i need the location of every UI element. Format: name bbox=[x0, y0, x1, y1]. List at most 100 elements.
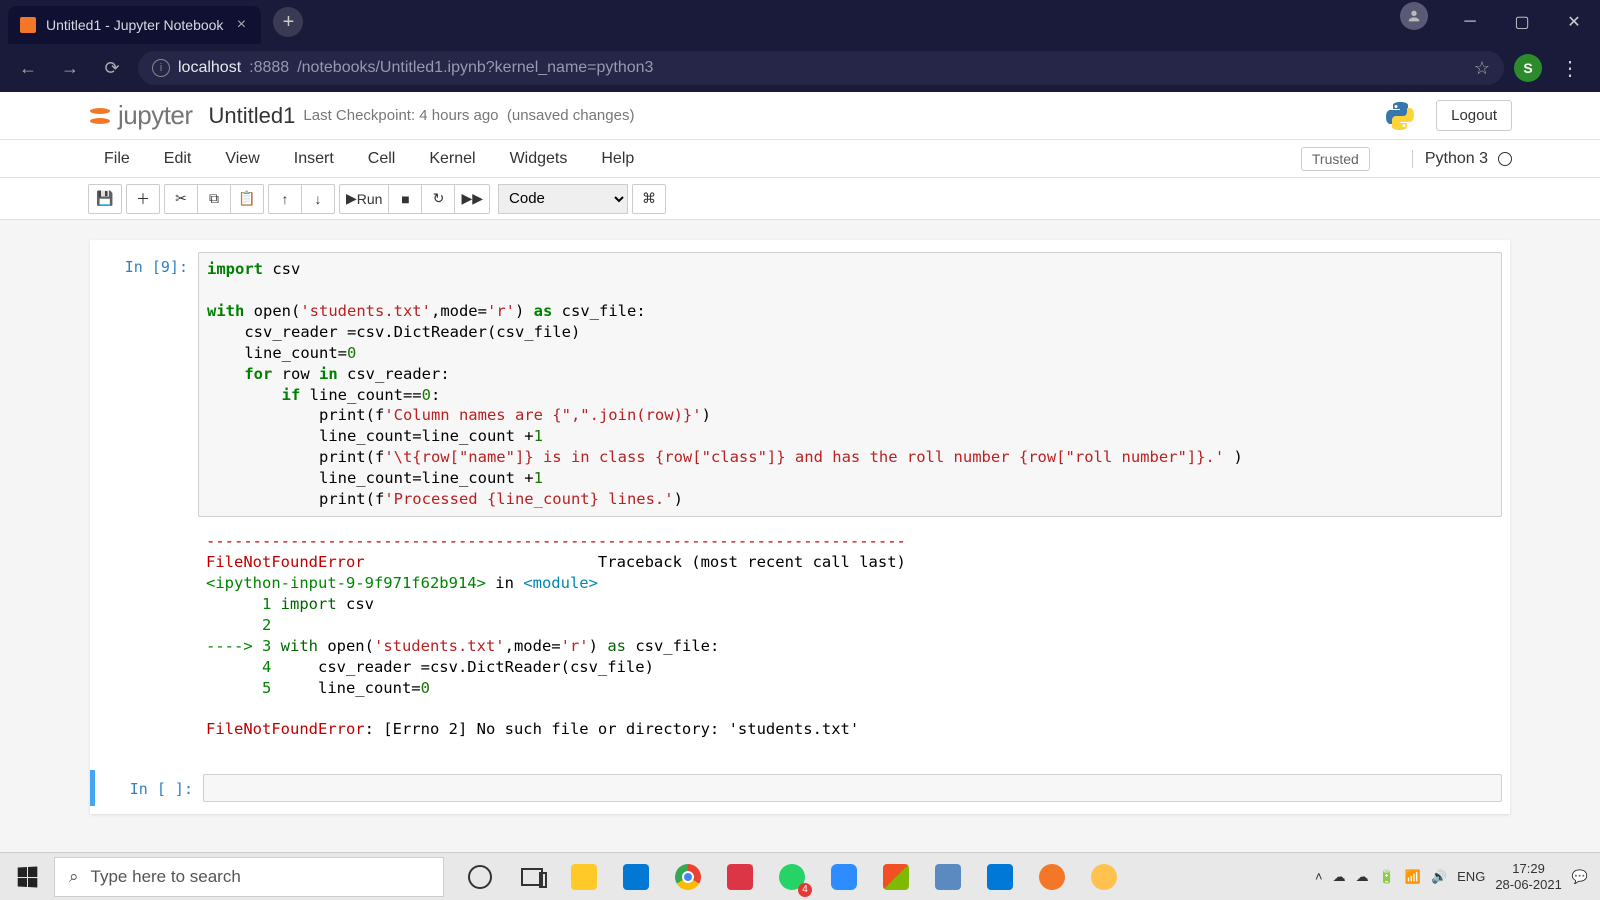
vscode-icon[interactable] bbox=[974, 853, 1026, 900]
input-prompt: In [ ]: bbox=[103, 774, 203, 802]
logout-button[interactable]: Logout bbox=[1436, 100, 1512, 131]
tray-battery-icon[interactable]: 🔋 bbox=[1379, 869, 1395, 885]
zoom-icon[interactable] bbox=[818, 853, 870, 900]
output-cell: ----------------------------------------… bbox=[90, 521, 1510, 750]
jupyter-header: jupyter Untitled1 Last Checkpoint: 4 hou… bbox=[0, 92, 1600, 140]
menu-insert[interactable]: Insert bbox=[278, 146, 350, 172]
output-area: ----------------------------------------… bbox=[198, 525, 1502, 746]
tray-cloud-icon[interactable]: ☁ bbox=[1356, 869, 1369, 885]
whatsapp-icon[interactable]: 4 bbox=[766, 853, 818, 900]
chrome-icon[interactable] bbox=[662, 853, 714, 900]
tray-time: 17:29 bbox=[1495, 861, 1562, 877]
notifications-icon[interactable]: 💬 bbox=[1572, 869, 1588, 885]
jupyter-toolbar: 💾 ＋ ✂ ⧉ 📋 ↑ ↓ ▶ Run ■ ↻ ▶▶ Code ⌘ bbox=[0, 178, 1600, 220]
url-port: :8888 bbox=[249, 59, 289, 77]
save-button[interactable]: 💾 bbox=[88, 184, 122, 214]
window-close-icon[interactable]: ✕ bbox=[1548, 2, 1600, 42]
acrobat-icon[interactable] bbox=[714, 853, 766, 900]
mail-icon[interactable] bbox=[610, 853, 662, 900]
weather-icon[interactable] bbox=[1078, 853, 1130, 900]
kernel-name: Python 3 bbox=[1425, 150, 1488, 168]
paste-button[interactable]: 📋 bbox=[230, 184, 264, 214]
copy-button[interactable]: ⧉ bbox=[197, 184, 231, 214]
notebook-name[interactable]: Untitled1 bbox=[209, 103, 296, 129]
browser-tab[interactable]: Untitled1 - Jupyter Notebook × bbox=[8, 6, 261, 44]
tab-title: Untitled1 - Jupyter Notebook bbox=[46, 17, 223, 33]
nav-forward-icon[interactable]: → bbox=[54, 52, 86, 84]
tab-close-icon[interactable]: × bbox=[233, 17, 249, 33]
command-palette-button[interactable]: ⌘ bbox=[632, 184, 666, 214]
cut-button[interactable]: ✂ bbox=[164, 184, 198, 214]
insert-cell-button[interactable]: ＋ bbox=[126, 184, 160, 214]
code-cell[interactable]: In [9]: import csv with open('students.t… bbox=[90, 248, 1510, 521]
checkpoint-text: Last Checkpoint: 4 hours ago (unsaved ch… bbox=[303, 107, 634, 124]
browser-toolbar: ← → ⟳ i localhost :8888/notebooks/Untitle… bbox=[0, 44, 1600, 92]
code-cell-empty[interactable]: In [ ]: bbox=[90, 770, 1510, 806]
menu-view[interactable]: View bbox=[209, 146, 275, 172]
run-button[interactable]: ▶ Run bbox=[339, 184, 389, 214]
python-logo-icon bbox=[1384, 100, 1416, 132]
jupyter-icon[interactable] bbox=[1026, 853, 1078, 900]
windows-logo-icon bbox=[18, 866, 38, 887]
windows-taskbar: ⌕ Type here to search 4 ˄ ☁ ☁ 🔋 📶 🔊 ENG … bbox=[0, 852, 1600, 900]
restart-button[interactable]: ↻ bbox=[421, 184, 455, 214]
address-bar[interactable]: i localhost :8888/notebooks/Untitled1.ipy… bbox=[138, 51, 1504, 85]
tray-date: 28-06-2021 bbox=[1495, 877, 1562, 893]
menu-edit[interactable]: Edit bbox=[148, 146, 208, 172]
output-prompt bbox=[98, 525, 198, 746]
system-tray: ˄ ☁ ☁ 🔋 📶 🔊 ENG 17:29 28-06-2021 💬 bbox=[1303, 861, 1600, 892]
nav-reload-icon[interactable]: ⟳ bbox=[96, 52, 128, 84]
window-minimize-icon[interactable]: ─ bbox=[1444, 2, 1496, 42]
jupyter-logo[interactable]: jupyter bbox=[88, 100, 193, 131]
restart-run-all-button[interactable]: ▶▶ bbox=[454, 184, 490, 214]
new-tab-button[interactable]: + bbox=[273, 7, 303, 37]
taskbar-search[interactable]: ⌕ Type here to search bbox=[54, 857, 444, 897]
kernel-status-icon bbox=[1498, 152, 1512, 166]
task-icons: 4 bbox=[454, 853, 1130, 900]
tray-volume-icon[interactable]: 🔊 bbox=[1431, 869, 1447, 885]
file-explorer-icon[interactable] bbox=[558, 853, 610, 900]
kernel-indicator[interactable]: Python 3 bbox=[1412, 150, 1512, 168]
search-icon: ⌕ bbox=[69, 867, 79, 887]
menu-cell[interactable]: Cell bbox=[352, 146, 412, 172]
start-button[interactable] bbox=[0, 853, 54, 900]
move-up-button[interactable]: ↑ bbox=[268, 184, 302, 214]
menu-help[interactable]: Help bbox=[585, 146, 650, 172]
code-input-area[interactable] bbox=[203, 774, 1502, 802]
menu-widgets[interactable]: Widgets bbox=[494, 146, 584, 172]
search-placeholder: Type here to search bbox=[91, 867, 241, 887]
window-maximize-icon[interactable]: ▢ bbox=[1496, 2, 1548, 42]
cortana-icon[interactable] bbox=[454, 853, 506, 900]
tray-onedrive-icon[interactable]: ☁ bbox=[1333, 869, 1346, 885]
code-input-area[interactable]: import csv with open('students.txt',mode… bbox=[198, 252, 1502, 517]
site-info-icon[interactable]: i bbox=[152, 59, 170, 77]
jupyter-menubar: FileEditViewInsertCellKernelWidgetsHelp … bbox=[0, 140, 1600, 178]
jupyter-logo-icon bbox=[88, 104, 112, 128]
browser-menu-icon[interactable]: ⋮ bbox=[1552, 56, 1588, 81]
tray-language[interactable]: ENG bbox=[1457, 869, 1485, 884]
task-view-icon[interactable] bbox=[506, 853, 558, 900]
notebook-scroll[interactable]: In [9]: import csv with open('students.t… bbox=[0, 220, 1600, 852]
interrupt-button[interactable]: ■ bbox=[388, 184, 422, 214]
bookmark-star-icon[interactable]: ☆ bbox=[1474, 58, 1490, 79]
nav-back-icon[interactable]: ← bbox=[12, 52, 44, 84]
browser-account-icon[interactable] bbox=[1400, 2, 1428, 30]
input-prompt: In [9]: bbox=[98, 252, 198, 517]
jupyter-favicon bbox=[20, 17, 36, 33]
browser-titlebar: Untitled1 - Jupyter Notebook × + ─ ▢ ✕ bbox=[0, 0, 1600, 44]
app-icon[interactable] bbox=[922, 853, 974, 900]
menu-file[interactable]: File bbox=[88, 146, 146, 172]
menu-kernel[interactable]: Kernel bbox=[413, 146, 491, 172]
notebook-container: In [9]: import csv with open('students.t… bbox=[90, 240, 1510, 814]
window-controls: ─ ▢ ✕ bbox=[1400, 2, 1600, 42]
url-path: /notebooks/Untitled1.ipynb?kernel_name=p… bbox=[297, 59, 653, 77]
profile-badge[interactable]: S bbox=[1514, 54, 1542, 82]
tray-chevron-icon[interactable]: ˄ bbox=[1315, 869, 1323, 884]
move-down-button[interactable]: ↓ bbox=[301, 184, 335, 214]
cell-type-select[interactable]: Code bbox=[498, 184, 628, 214]
ms-store-icon[interactable] bbox=[870, 853, 922, 900]
tray-wifi-icon[interactable]: 📶 bbox=[1405, 869, 1421, 885]
url-host: localhost bbox=[178, 59, 241, 77]
trusted-badge[interactable]: Trusted bbox=[1301, 147, 1370, 171]
tray-clock[interactable]: 17:29 28-06-2021 bbox=[1495, 861, 1562, 892]
